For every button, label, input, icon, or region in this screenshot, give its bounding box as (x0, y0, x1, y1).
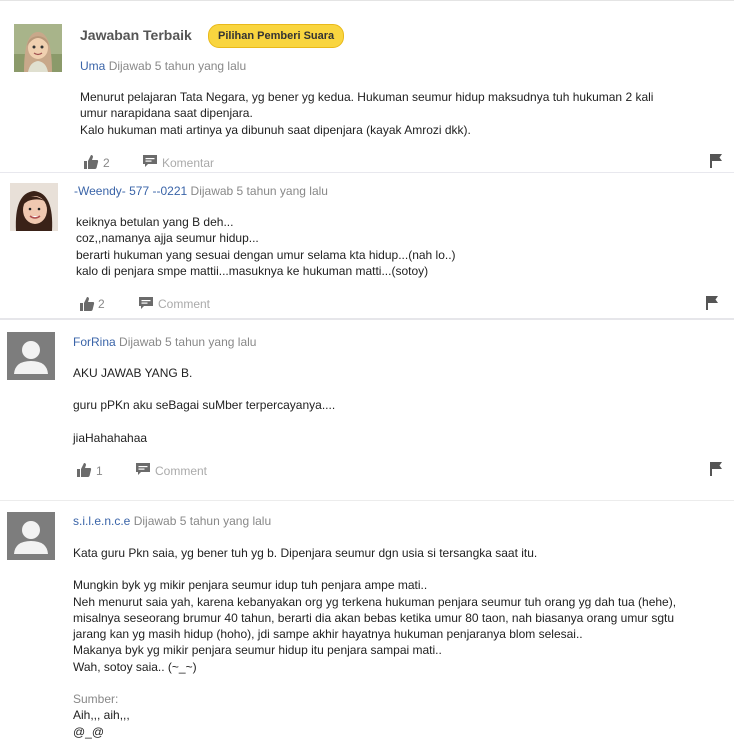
best-answer-title: Jawaban Terbaik (80, 27, 192, 43)
answer-time: Dijawab 5 tahun yang lalu (119, 335, 257, 349)
thumbs-up-icon (80, 297, 95, 311)
comment-label: Comment (155, 464, 208, 478)
answer-line: Wah, sotoy saia.. (~_~) (73, 659, 197, 674)
answer-line: coz,,namanya ajja seumur hidup... (76, 231, 259, 246)
answer-line: misalnya seseorang brumur 40 tahun, bera… (73, 610, 675, 625)
answer-meta: s.i.l.e.n.c.e Dijawab 5 tahun yang lalu (73, 514, 271, 528)
answer-meta: -Weendy- 577 --0221 Dijawab 5 tahun yang… (74, 184, 328, 198)
like-count: 2 (98, 297, 105, 311)
avatar-uma[interactable] (14, 24, 62, 72)
answer-time: Dijawab 5 tahun yang lalu (133, 514, 272, 528)
answer-body: AKU JAWAB YANG B. guru pPKn aku seBagai … (73, 365, 335, 446)
username-link[interactable]: Uma (80, 59, 105, 73)
answer-line: guru pPKn aku seBagai suMber terpercayan… (73, 398, 336, 413)
cartoon-avatar-icon (14, 24, 62, 72)
avatar-weendy[interactable] (10, 183, 58, 231)
answer-line: AKU JAWAB YANG B. (73, 366, 193, 380)
flag-icon[interactable] (706, 296, 719, 310)
avatar-silence[interactable] (7, 512, 55, 560)
comment-bubble-icon (136, 463, 150, 475)
like-count: 1 (96, 464, 103, 478)
answer-time: Dijawab 5 tahun yang lalu (108, 59, 247, 73)
flag-icon[interactable] (710, 462, 723, 476)
flag-icon[interactable] (710, 154, 723, 168)
best-answer-card: Jawaban Terbaik Pilihan Pemberi Suara Um… (0, 0, 734, 173)
answer-line: kalo di penjara smpe mattii...masuknya k… (76, 263, 429, 278)
user-photo-icon (10, 183, 58, 231)
answer-line: jiaHahahahaa (73, 430, 148, 445)
answer-time: Dijawab 5 tahun yang lalu (190, 184, 328, 198)
like-count: 2 (103, 156, 110, 170)
answer-line: Kata guru Pkn saia, yg bener tuh yg b. D… (73, 546, 538, 560)
comment-bubble-icon (139, 297, 153, 309)
answer-meta: Uma Dijawab 5 tahun yang lalu (80, 59, 246, 73)
comment-bubble-icon (143, 155, 157, 167)
answer-line: Makanya byk yg mikir penjara seumur hidu… (73, 643, 442, 658)
answer-body: keiknya betulan yang B deh... coz,,naman… (76, 214, 456, 279)
answer-body: Menurut pelajaran Tata Negara, yg bener … (80, 89, 653, 138)
answer-line: keiknya betulan yang B deh... (76, 215, 234, 229)
user-silhouette-icon (7, 512, 55, 560)
answer-card: -Weendy- 577 --0221 Dijawab 5 tahun yang… (0, 172, 734, 319)
username-link[interactable]: ForRina (73, 335, 116, 349)
answer-line: Kalo hukuman mati artinya ya dibunuh saa… (80, 122, 471, 137)
username-link[interactable]: s.i.l.e.n.c.e (73, 514, 130, 528)
answer-line: Mungkin byk yg mikir penjara seumur idup… (73, 578, 428, 593)
comment-label: Komentar (162, 156, 215, 170)
comment-label: Comment (158, 297, 211, 311)
answer-line: Neh menurut saia yah, karena kebanyakan … (73, 594, 677, 609)
voter-choice-badge: Pilihan Pemberi Suara (208, 24, 345, 48)
source-line: Aih,,, aih,,, (73, 708, 130, 723)
answer-meta: ForRina Dijawab 5 tahun yang lalu (73, 335, 256, 349)
user-silhouette-icon (7, 332, 55, 380)
answer-line: Menurut pelajaran Tata Negara, yg bener … (80, 90, 654, 104)
answer-line: berarti hukuman yang sesuai dengan umur … (76, 247, 456, 262)
avatar-forrina[interactable] (7, 332, 55, 380)
answer-line: jarang kan yg masih hidup (hoho), jdi sa… (73, 627, 583, 642)
thumbs-up-icon (77, 463, 92, 477)
thumbs-up-icon (84, 155, 99, 169)
source-label: Sumber: (73, 692, 119, 707)
username-link[interactable]: -Weendy- 577 --0221 (74, 184, 187, 198)
source-line: @_@ (73, 724, 105, 739)
answer-body: Kata guru Pkn saia, yg bener tuh yg b. D… (73, 545, 676, 740)
answer-card: s.i.l.e.n.c.e Dijawab 5 tahun yang lalu … (0, 500, 734, 745)
answer-card: ForRina Dijawab 5 tahun yang lalu AKU JA… (0, 318, 734, 502)
answer-line: umur narapidana saat dipenjara. (80, 106, 253, 121)
